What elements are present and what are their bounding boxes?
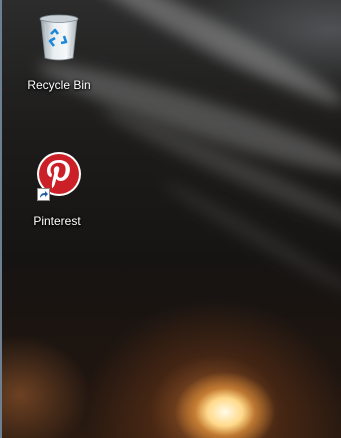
desktop-icon-pinterest[interactable]: Pinterest (15, 148, 99, 228)
desktop-icon-label: Pinterest (33, 214, 81, 228)
shortcut-arrow-icon (37, 188, 50, 201)
pinterest-icon (33, 148, 81, 201)
screen-edge (0, 0, 2, 438)
recycle-bin-icon (35, 12, 83, 62)
desktop-icon-label: Recycle Bin (27, 78, 91, 92)
desktop-icon-recycle-bin[interactable]: Recycle Bin (17, 12, 101, 92)
desktop[interactable]: Recycle Bin Pinterest (0, 0, 341, 438)
